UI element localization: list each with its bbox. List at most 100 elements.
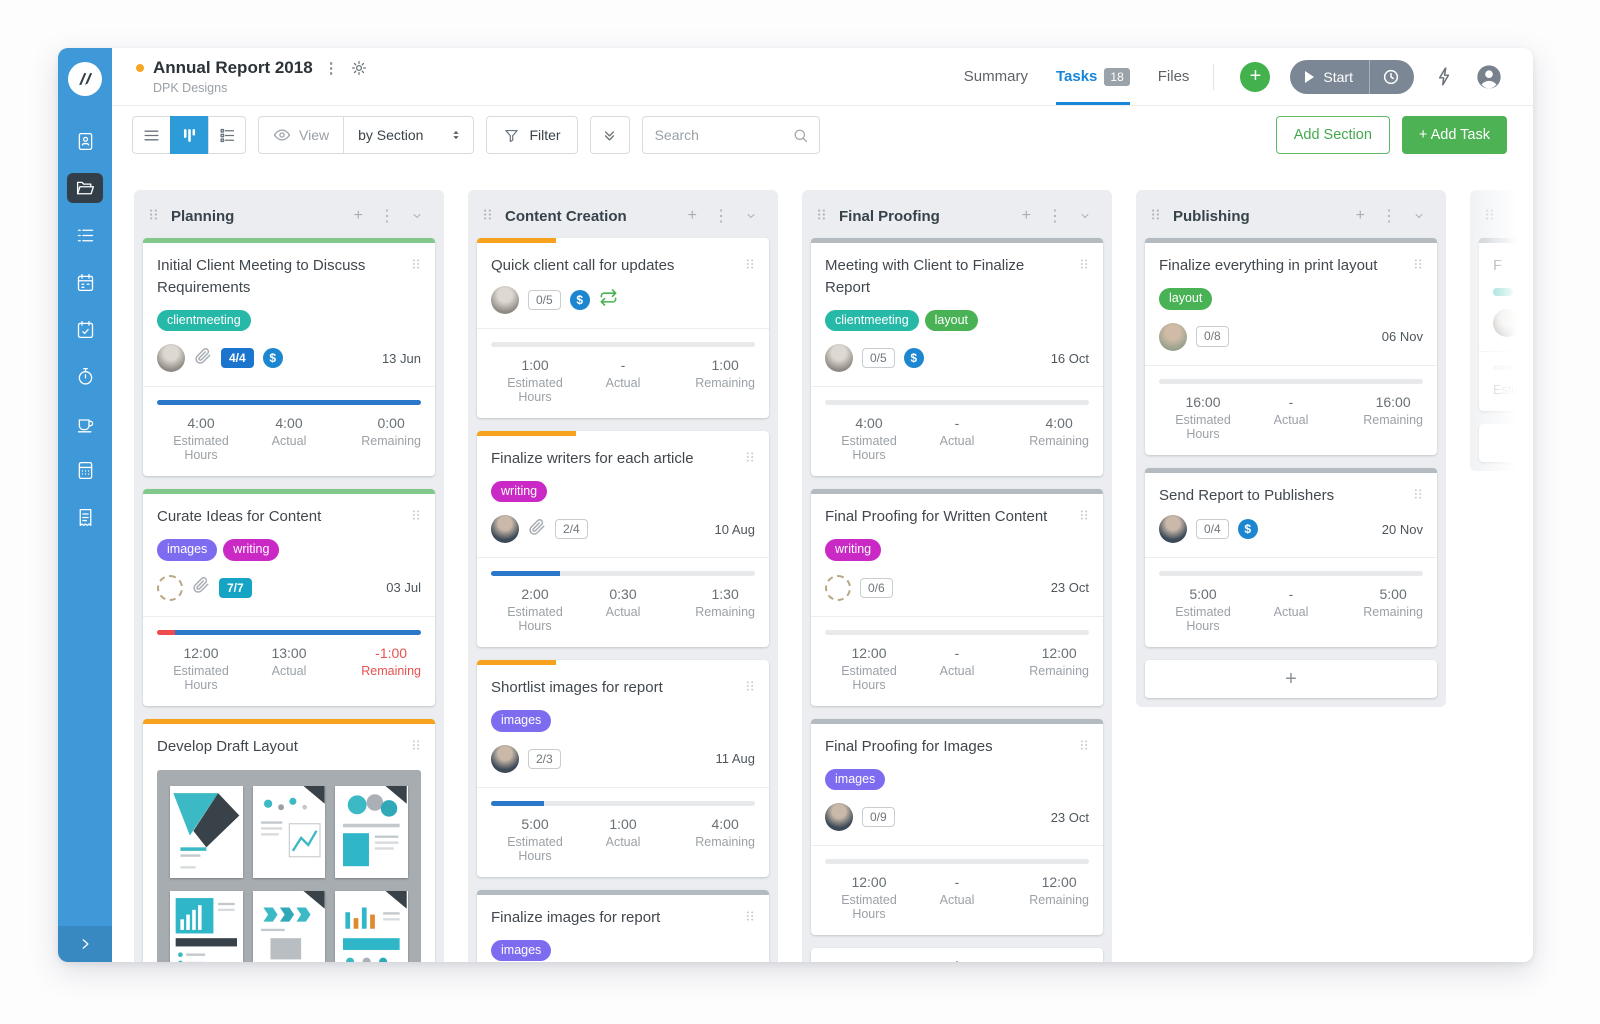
search-input[interactable] (655, 127, 792, 143)
sidebar-item-contacts[interactable] (67, 126, 103, 156)
add-section-button[interactable]: Add Section (1276, 116, 1390, 154)
stat-actual: -Actual (913, 874, 1001, 923)
progress-bar (1159, 571, 1423, 576)
stat-estimated: 4:00Estimated Hours (157, 415, 245, 464)
task-card[interactable]: Quick client call for updates 0/5 $ (477, 238, 769, 418)
sidebar-item-projects[interactable] (67, 173, 103, 203)
drag-handle-icon[interactable] (1484, 205, 1495, 227)
sidebar-item-timesheets[interactable] (67, 361, 103, 391)
task-card[interactable]: Curate Ideas for Content images writing … (143, 489, 435, 706)
task-card[interactable]: Develop Draft Layout (143, 719, 435, 962)
subtasks-badge: 0/5 (528, 290, 561, 310)
task-card[interactable]: Initial Client Meeting to Discuss Requir… (143, 238, 435, 476)
drag-handle-icon[interactable] (411, 736, 421, 758)
activity-button[interactable] (1434, 66, 1455, 87)
section-menu-icon[interactable]: ⋮ (1373, 206, 1405, 226)
sidebar-expand-button[interactable] (58, 926, 112, 962)
grouped-list-view-button[interactable] (208, 116, 246, 154)
card-title: Curate Ideas for Content (157, 506, 401, 528)
progress-bar (157, 400, 421, 405)
clock-button[interactable] (1370, 68, 1414, 86)
start-timer-button[interactable]: Start (1290, 69, 1369, 85)
filter-button[interactable]: Filter (486, 116, 577, 154)
due-date: 10 Aug (715, 522, 756, 537)
subtasks-badge: 0/6 (860, 578, 893, 598)
collapse-all-button[interactable] (590, 116, 630, 154)
drag-handle-icon[interactable] (411, 255, 421, 299)
task-card[interactable]: Final Proofing for Images images 0/9 23 … (811, 719, 1103, 936)
drag-handle-icon[interactable] (1079, 736, 1089, 758)
avaza-logo-icon[interactable] (68, 62, 102, 96)
task-card[interactable]: Meeting with Client to Finalize Report c… (811, 238, 1103, 476)
add-card-button[interactable]: + (811, 948, 1103, 962)
tag: clientmeeting (157, 310, 251, 332)
sidebar-item-calendar[interactable] (67, 267, 103, 297)
section-menu-icon[interactable]: ⋮ (705, 206, 737, 226)
play-icon (1305, 71, 1314, 83)
collapse-section-icon[interactable] (403, 210, 431, 222)
drag-handle-icon[interactable] (745, 677, 755, 699)
quick-add-button[interactable]: + (1240, 62, 1270, 92)
task-card[interactable]: Finalize writers for each article writin… (477, 431, 769, 648)
add-card-button[interactable]: + (1479, 424, 1533, 462)
drag-handle-icon[interactable] (482, 205, 493, 227)
drag-handle-icon[interactable] (745, 907, 755, 929)
account-circle-icon (1475, 63, 1503, 91)
view-mode-switch (132, 116, 246, 154)
collapse-section-icon[interactable] (737, 210, 765, 222)
add-task-to-section-icon[interactable]: + (680, 207, 705, 225)
due-date: 23 Oct (1051, 810, 1089, 825)
attachment-preview-image[interactable] (157, 770, 421, 963)
kanban-view-button[interactable] (170, 116, 208, 154)
task-card[interactable]: Final Proofing for Written Content writi… (811, 489, 1103, 706)
add-task-to-section-icon[interactable]: + (346, 207, 371, 225)
tab-summary[interactable]: Summary (964, 48, 1028, 105)
collapse-section-icon[interactable] (1405, 210, 1433, 222)
sidebar-item-tasks[interactable] (67, 220, 103, 250)
folder-open-icon (75, 178, 96, 199)
collapse-section-icon[interactable] (1071, 210, 1099, 222)
task-card[interactable]: Finalize images for report images 0/8 13… (477, 890, 769, 962)
drag-handle-icon[interactable] (745, 255, 755, 277)
task-card[interactable]: Shortlist images for report images 2/3 1… (477, 660, 769, 877)
drag-handle-icon[interactable] (1413, 255, 1423, 277)
drag-handle-icon[interactable] (1413, 485, 1423, 507)
add-task-to-section-icon[interactable]: + (1348, 207, 1373, 225)
group-by-select[interactable]: by Section (343, 117, 473, 153)
project-settings-gear-icon[interactable] (350, 59, 368, 77)
user-avatar[interactable] (1475, 63, 1503, 91)
sidebar-item-invoices[interactable] (67, 502, 103, 532)
subtasks-badge: 0/8 (1196, 326, 1229, 346)
sidebar-item-expenses[interactable] (67, 408, 103, 438)
task-card[interactable]: Finalize everything in print layout layo… (1145, 238, 1437, 455)
task-card[interactable]: F Estimated Hours (1479, 238, 1533, 411)
due-date: 11 Aug (715, 751, 755, 766)
drag-handle-icon[interactable] (1079, 255, 1089, 299)
drag-handle-icon[interactable] (1079, 506, 1089, 528)
tab-files[interactable]: Files (1158, 48, 1190, 105)
task-card[interactable]: Send Report to Publishers 0/4 $ 20 Nov (1145, 468, 1437, 648)
unassigned-avatar-placeholder (157, 575, 183, 601)
drag-handle-icon[interactable] (411, 506, 421, 528)
drag-handle-icon[interactable] (745, 448, 755, 470)
stat-actual: 4:00Actual (245, 415, 333, 464)
double-chevron-down-icon (600, 126, 619, 145)
add-task-button[interactable]: + Add Task (1402, 116, 1507, 154)
tab-tasks[interactable]: Tasks 18 (1056, 48, 1130, 105)
sidebar-item-estimates[interactable] (67, 455, 103, 485)
stat-actual: 1:00Actual (579, 816, 667, 865)
list-view-button[interactable] (132, 116, 170, 154)
project-menu-icon[interactable]: ⋮ (322, 59, 341, 77)
drag-handle-icon[interactable] (816, 205, 827, 227)
section-menu-icon[interactable]: ⋮ (1039, 206, 1071, 226)
view-button[interactable]: View (259, 117, 343, 153)
drag-handle-icon[interactable] (1150, 205, 1161, 227)
drag-handle-icon[interactable] (148, 205, 159, 227)
add-task-to-section-icon[interactable]: + (1014, 207, 1039, 225)
section-menu-icon[interactable]: ⋮ (371, 206, 403, 226)
column-title: Content Creation (505, 208, 680, 225)
timer-start-control: Start (1290, 60, 1414, 94)
add-card-button[interactable]: + (1145, 660, 1437, 698)
sidebar-item-leave[interactable] (67, 314, 103, 344)
stat-remaining: 16:00Remaining (1335, 394, 1423, 443)
